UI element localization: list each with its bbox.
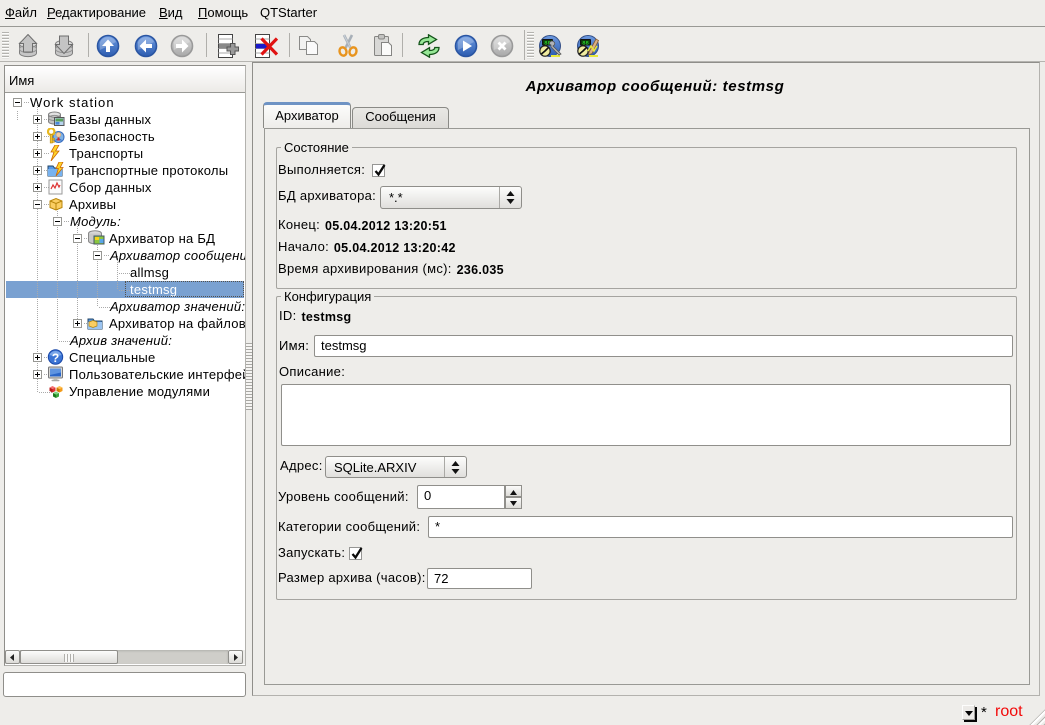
svg-text:?: ? <box>52 351 59 365</box>
